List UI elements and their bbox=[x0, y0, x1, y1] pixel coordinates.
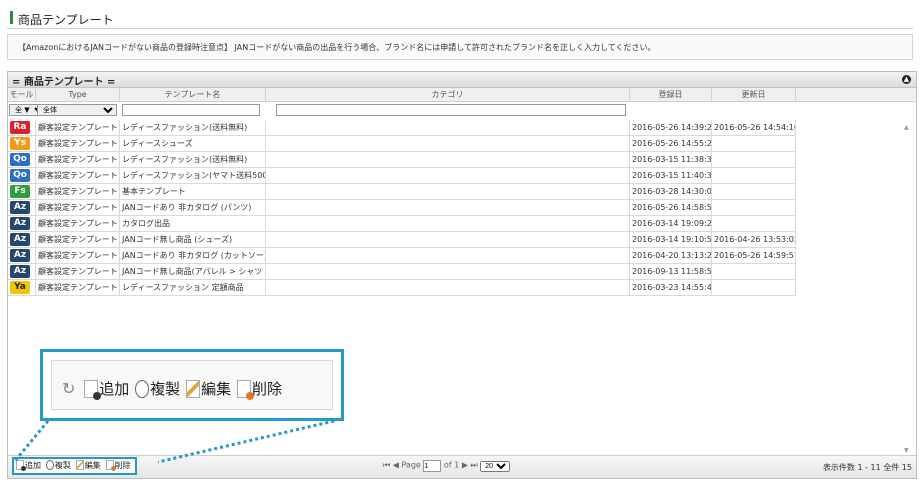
refresh-icon[interactable]: ↻ bbox=[62, 379, 75, 399]
toolbar-zoom-callout: ↻ 追加 複製 編集 削除 bbox=[40, 349, 344, 421]
add-icon bbox=[84, 380, 102, 400]
delete-button-zoomed[interactable]: 削除 bbox=[236, 379, 282, 400]
copy-icon bbox=[135, 380, 150, 398]
edit-icon bbox=[186, 380, 201, 398]
delete-icon bbox=[236, 380, 254, 400]
add-button-zoomed[interactable]: 追加 bbox=[84, 379, 129, 400]
edit-button-zoomed[interactable]: 編集 bbox=[186, 379, 231, 399]
toolbar-zoomed: ↻ 追加 複製 編集 削除 bbox=[51, 360, 333, 410]
copy-button-zoomed[interactable]: 複製 bbox=[135, 379, 180, 399]
